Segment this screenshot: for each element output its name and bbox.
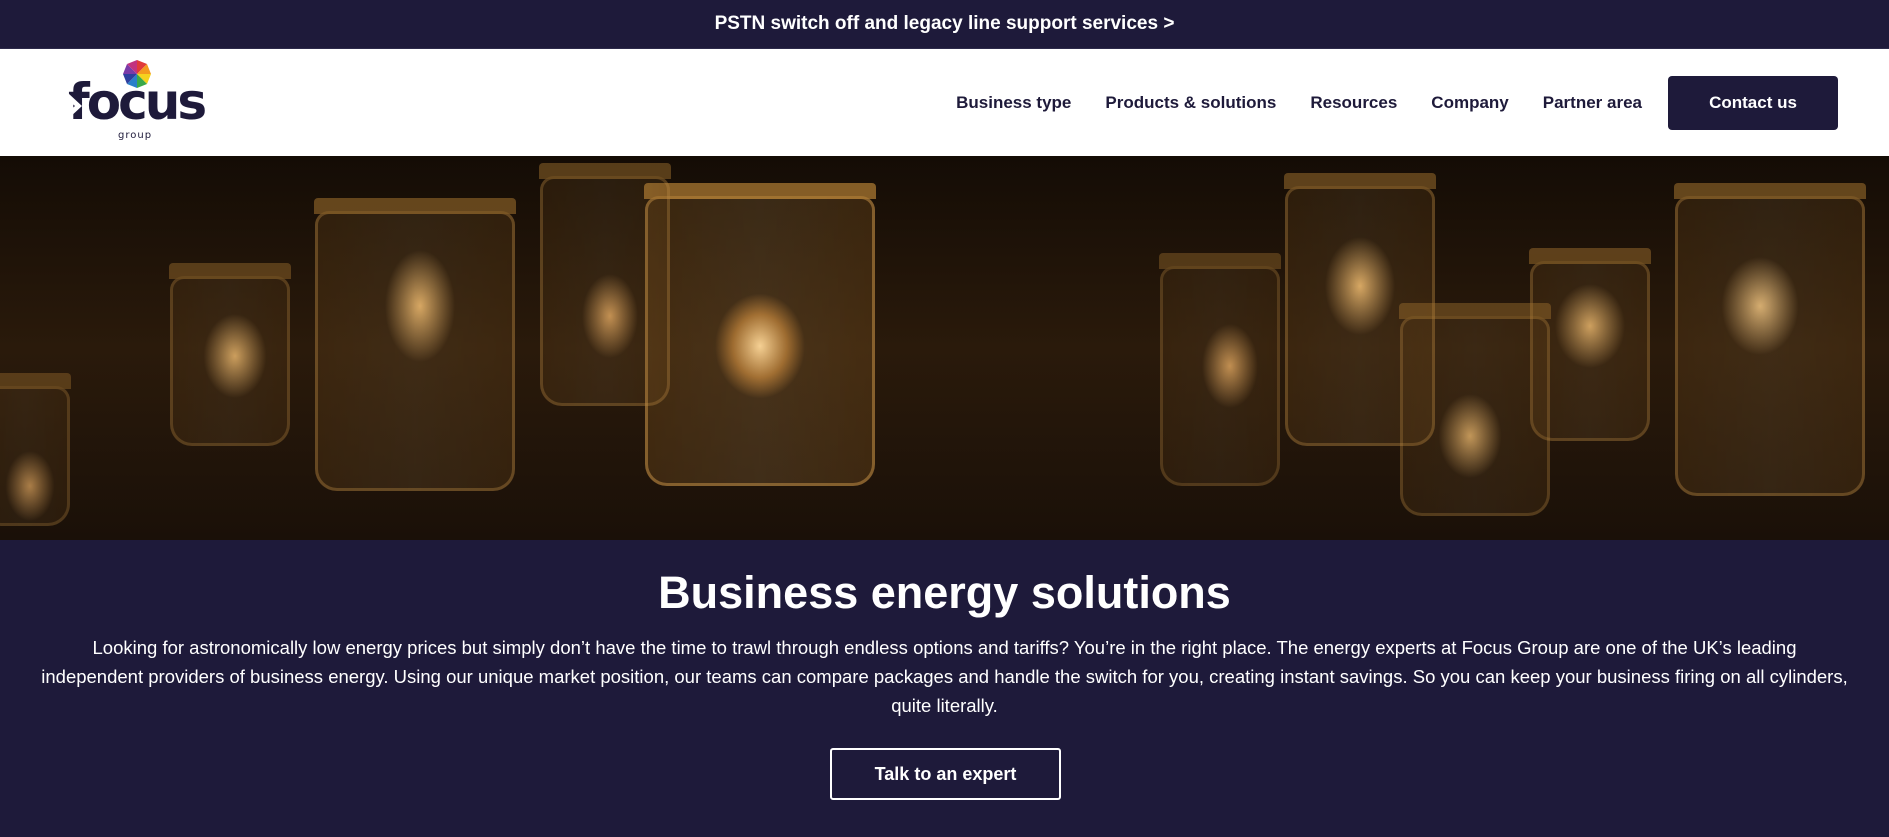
logo-subtext: group (118, 130, 153, 141)
jar-lamp (644, 183, 876, 486)
nav-products-solutions[interactable]: Products & solutions (1105, 93, 1276, 113)
page-title: Business energy solutions (658, 567, 1231, 618)
jar-lamp (539, 163, 671, 406)
intro-paragraph: Looking for astronomically low energy pr… (41, 637, 1848, 716)
jar-lamp (0, 373, 71, 526)
nav-company[interactable]: Company (1431, 93, 1508, 113)
logo-chevron-icon (68, 93, 82, 119)
intro-section: Business energy solutions Looking for as… (0, 540, 1889, 837)
focus-group-logo[interactable]: focus group (68, 59, 208, 149)
site-header: focus group Business type Products & sol… (0, 49, 1889, 156)
jar-lamp (314, 198, 516, 491)
nav-business-type[interactable]: Business type (956, 93, 1071, 113)
main-nav: Business type Products & solutions Resou… (956, 49, 1889, 156)
announcement-link[interactable]: PSTN switch off and legacy line support … (715, 13, 1175, 35)
announcement-bar: PSTN switch off and legacy line support … (0, 0, 1889, 49)
contact-us-button[interactable]: Contact us (1668, 75, 1838, 130)
logo-wordmark: focus (68, 73, 207, 131)
jar-lamp (1399, 303, 1551, 516)
jar-lamp (169, 263, 291, 446)
talk-to-expert-button[interactable]: Talk to an expert (830, 748, 1061, 800)
nav-partner-area[interactable]: Partner area (1543, 93, 1642, 113)
jar-lamp (1159, 253, 1281, 486)
jar-lamp (1674, 183, 1866, 496)
hero-image (0, 156, 1889, 540)
nav-resources[interactable]: Resources (1310, 93, 1397, 113)
